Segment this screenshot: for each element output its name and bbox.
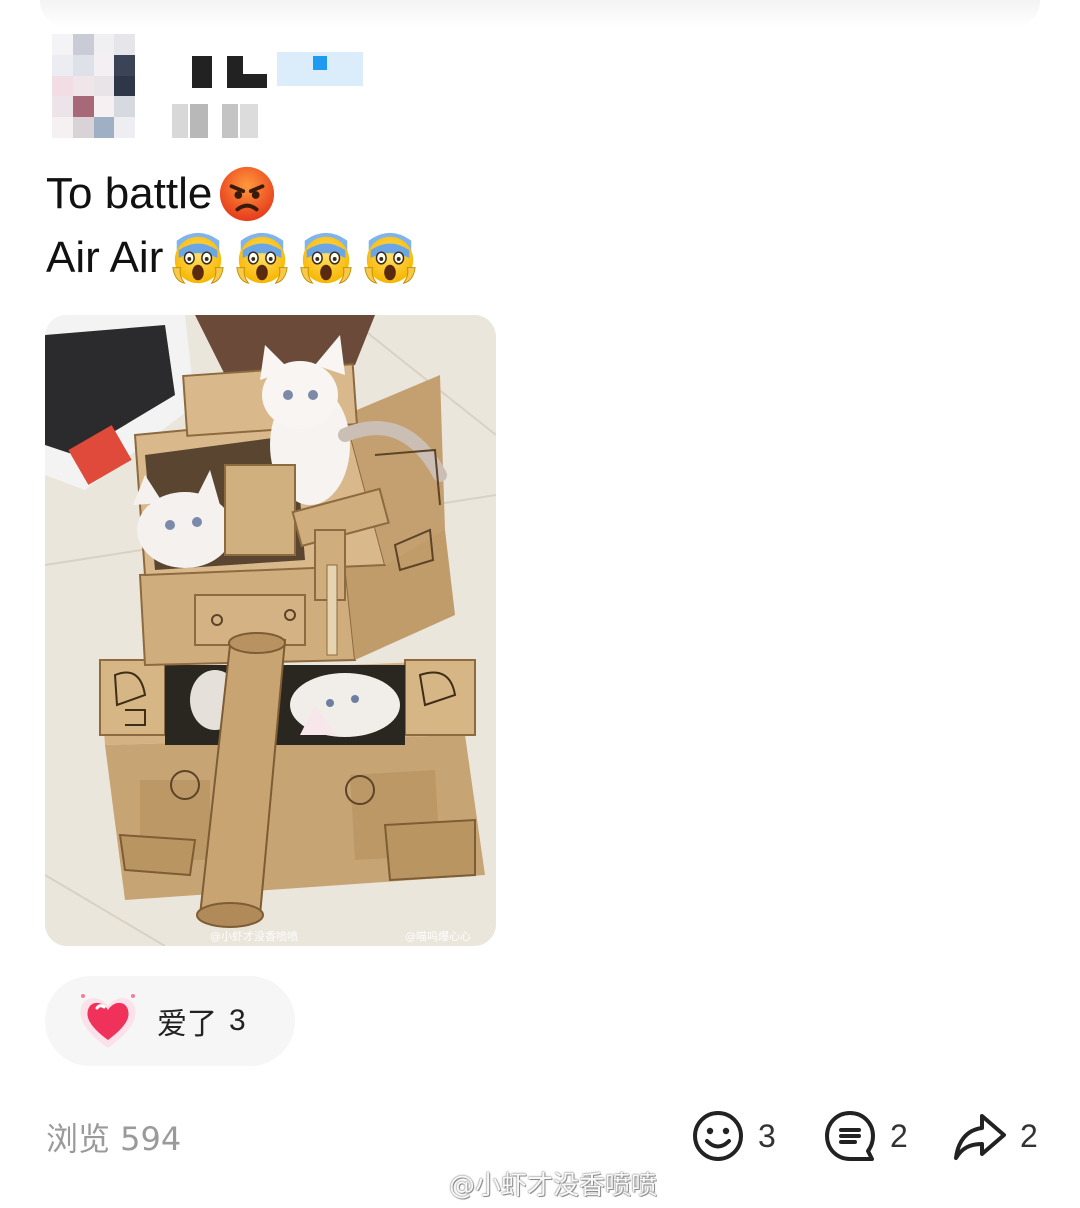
smiley-icon [693, 1111, 743, 1161]
post-meta [172, 104, 262, 138]
post-text: To battle Air Air [46, 162, 419, 290]
top-card-edge [40, 0, 1040, 28]
post-line-2: Air Air [46, 226, 419, 290]
like-count: 3 [758, 1117, 776, 1154]
avatar[interactable] [52, 34, 156, 138]
reaction-count: 3 [229, 1004, 246, 1037]
comment-icon [825, 1111, 875, 1161]
face-screaming-in-fear-icon [361, 229, 419, 287]
weibo-watermark: @小虾才没香喷喷 [405, 1165, 657, 1202]
face-screaming-in-fear-icon [233, 229, 291, 287]
reaction-button[interactable]: 爱了 3 [45, 976, 295, 1066]
face-screaming-in-fear-icon [297, 229, 355, 287]
heart-icon [80, 994, 136, 1048]
angry-face-icon [218, 165, 276, 223]
photo-watermark-left: @小虾才没香喷喷 [210, 929, 298, 943]
post-header[interactable] [52, 34, 392, 144]
share-button[interactable]: 2 [952, 1108, 1038, 1164]
watermark-text: @小虾才没香喷喷 [449, 1171, 658, 1201]
post-line-1: To battle [46, 162, 419, 226]
post-line-1-text: To battle [46, 169, 213, 218]
like-button[interactable]: 3 [690, 1108, 776, 1164]
reaction-label: 爱了 [157, 1007, 217, 1042]
share-icon [954, 1114, 1006, 1160]
weibo-logo-icon [405, 1171, 441, 1198]
post-line-2-text: Air Air [46, 233, 164, 282]
share-count: 2 [1020, 1117, 1038, 1154]
user-badge [277, 52, 363, 86]
post-image[interactable]: @小虾才没香喷喷 @喵呜爆心心 [45, 315, 496, 946]
photo-watermark-right: @喵呜爆心心 [405, 929, 471, 943]
view-count: 浏览 594 [46, 1120, 182, 1158]
username[interactable] [187, 52, 267, 92]
face-screaming-in-fear-icon [169, 229, 227, 287]
comment-button[interactable]: 2 [822, 1108, 908, 1164]
comment-count: 2 [890, 1117, 908, 1154]
